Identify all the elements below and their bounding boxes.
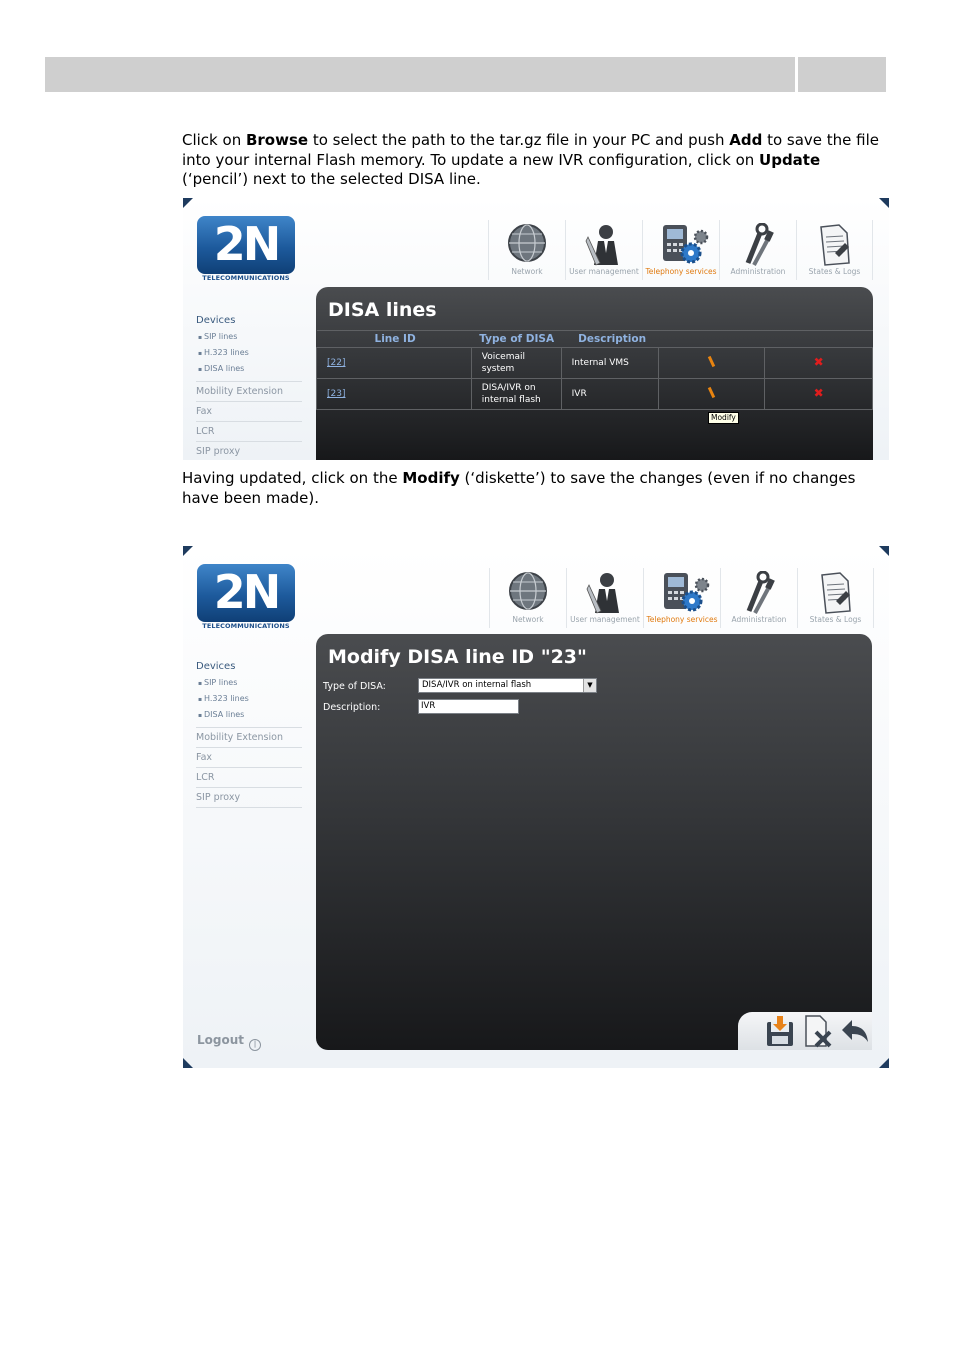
delete-button[interactable]: ✖ bbox=[764, 378, 873, 410]
line-id-link[interactable]: [23] bbox=[316, 378, 472, 410]
globe-icon bbox=[509, 572, 547, 610]
back-arrow-icon[interactable] bbox=[840, 1018, 870, 1044]
sidebar-item-fax[interactable]: Fax bbox=[196, 747, 302, 767]
2n-logo: 2N TELECOMMUNICATIONS bbox=[197, 216, 295, 282]
sidebar-devices[interactable]: Devices bbox=[196, 661, 302, 672]
pencil-icon bbox=[707, 386, 716, 398]
nav-states-logs[interactable]: States & Logs bbox=[797, 568, 874, 628]
nav-administration[interactable]: Administration bbox=[719, 220, 796, 280]
column-header-description: Description bbox=[561, 330, 659, 348]
sidebar-item-h323-lines[interactable]: H.323 lines bbox=[196, 345, 302, 361]
description-cell: IVR bbox=[560, 378, 659, 410]
sidebar-item-lcr[interactable]: LCR bbox=[196, 767, 302, 787]
sidebar-item-sip-proxy[interactable]: SIP proxy bbox=[196, 787, 302, 808]
tools-icon bbox=[745, 223, 774, 266]
top-navigation: Network User management Telephony servic… bbox=[488, 220, 873, 280]
nav-user-management[interactable]: User management bbox=[566, 568, 643, 628]
instruction-paragraph-2: Having updated, click on the Modify (‘di… bbox=[182, 469, 856, 507]
sidebar-item-h323-lines[interactable]: H.323 lines bbox=[196, 691, 302, 707]
2n-logo: 2N TELECOMMUNICATIONS bbox=[197, 564, 295, 630]
sidebar-item-disa-lines[interactable]: DISA lines bbox=[196, 361, 302, 377]
table-row: [22] Voicemail system Internal VMS ✖ bbox=[316, 347, 873, 379]
sidebar-item-mobility-extension[interactable]: Mobility Extension bbox=[196, 727, 302, 747]
sidebar-item-disa-lines[interactable]: DISA lines bbox=[196, 707, 302, 723]
type-cell: Voicemail system bbox=[470, 347, 562, 379]
column-header-type: Type of DISA bbox=[471, 330, 562, 348]
type-of-disa-label: Type of DISA: bbox=[323, 681, 386, 692]
nav-user-management[interactable]: User management bbox=[565, 220, 642, 280]
description-cell: Internal VMS bbox=[560, 347, 659, 379]
top-navigation: Network User management Telephony servic… bbox=[489, 568, 874, 628]
modify-disa-screenshot: 2N TELECOMMUNICATIONS Network User manag… bbox=[183, 546, 889, 1068]
sidebar-item-mobility-extension[interactable]: Mobility Extension bbox=[196, 381, 302, 401]
nav-telephony-services[interactable]: Telephony services bbox=[642, 220, 719, 280]
nav-network[interactable]: Network bbox=[489, 568, 566, 628]
column-header-line-id: Line ID bbox=[316, 330, 472, 348]
disa-lines-table: Line ID Type of DISA Description [22] Vo… bbox=[316, 330, 873, 410]
panel-title: DISA lines bbox=[328, 299, 437, 321]
sidebar-item-sip-proxy[interactable]: SIP proxy bbox=[196, 441, 302, 460]
save-diskette-icon[interactable] bbox=[764, 1016, 796, 1048]
sidebar: Devices SIP lines H.323 lines DISA lines… bbox=[196, 315, 302, 460]
user-icon bbox=[586, 573, 619, 614]
logout-button[interactable]: Logout | bbox=[197, 1033, 262, 1051]
globe-icon bbox=[508, 224, 546, 262]
modify-tooltip: Modify bbox=[708, 412, 739, 424]
user-icon bbox=[585, 225, 618, 266]
document-icon bbox=[820, 224, 850, 266]
modify-disa-panel: Modify DISA line ID "23" Type of DISA: D… bbox=[316, 634, 872, 1050]
table-row: [23] DISA/IVR on internal flash IVR ✖ bbox=[316, 378, 873, 410]
description-label: Description: bbox=[323, 702, 381, 713]
page-header-bar bbox=[45, 57, 886, 92]
sidebar-item-sip-lines[interactable]: SIP lines bbox=[196, 675, 302, 691]
nav-network[interactable]: Network bbox=[488, 220, 565, 280]
sidebar-item-fax[interactable]: Fax bbox=[196, 401, 302, 421]
description-input[interactable]: IVR bbox=[418, 699, 519, 714]
update-button[interactable] bbox=[657, 378, 766, 410]
delete-document-icon[interactable] bbox=[802, 1014, 832, 1048]
nav-administration[interactable]: Administration bbox=[720, 568, 797, 628]
phone-gear-icon bbox=[663, 225, 709, 264]
type-cell: DISA/IVR on internal flash bbox=[470, 378, 562, 410]
panel-title: Modify DISA line ID "23" bbox=[328, 646, 587, 668]
power-icon: | bbox=[249, 1039, 262, 1051]
update-button[interactable] bbox=[657, 347, 766, 379]
pencil-icon bbox=[707, 355, 716, 367]
delete-button[interactable]: ✖ bbox=[764, 347, 873, 379]
action-toolbar bbox=[738, 1012, 872, 1050]
disa-lines-screenshot: 2N TELECOMMUNICATIONS Network User manag… bbox=[183, 198, 889, 460]
sidebar-devices[interactable]: Devices bbox=[196, 315, 302, 326]
sidebar-item-lcr[interactable]: LCR bbox=[196, 421, 302, 441]
dropdown-arrow-icon[interactable]: ▼ bbox=[583, 679, 596, 692]
phone-gear-icon bbox=[664, 573, 710, 612]
sidebar: Devices SIP lines H.323 lines DISA lines… bbox=[196, 661, 302, 808]
delete-icon: ✖ bbox=[813, 355, 824, 369]
delete-icon: ✖ bbox=[813, 386, 824, 400]
instruction-paragraph-1: Click on Browse to select the path to th… bbox=[182, 131, 880, 189]
line-id-link[interactable]: [22] bbox=[316, 347, 472, 379]
nav-states-logs[interactable]: States & Logs bbox=[796, 220, 873, 280]
sidebar-item-sip-lines[interactable]: SIP lines bbox=[196, 329, 302, 345]
document-icon bbox=[821, 572, 851, 614]
nav-telephony-services[interactable]: Telephony services bbox=[643, 568, 720, 628]
type-of-disa-select[interactable]: DISA/IVR on internal flash ▼ bbox=[418, 678, 597, 693]
tools-icon bbox=[746, 571, 775, 614]
disa-lines-panel: DISA lines Line ID Type of DISA Descript… bbox=[316, 287, 873, 460]
header-divider bbox=[795, 57, 798, 92]
